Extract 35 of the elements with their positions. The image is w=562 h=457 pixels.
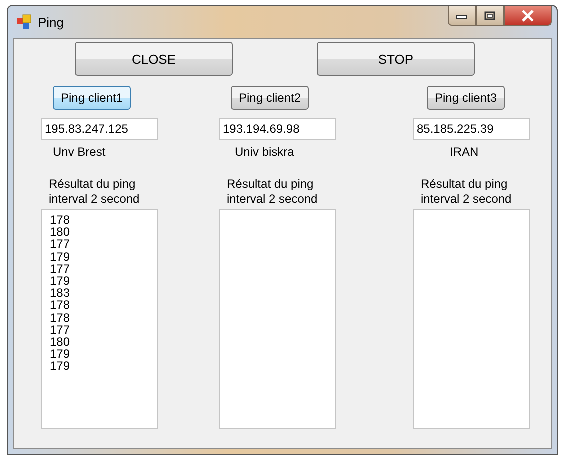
app-icon [16, 14, 32, 30]
client-name: IRAN [450, 145, 479, 159]
close-button[interactable] [504, 6, 552, 26]
list-item[interactable]: 179 [50, 360, 157, 373]
list-item[interactable]: 178 [50, 214, 157, 226]
ping-button[interactable]: Ping client1 [53, 86, 132, 110]
list-item[interactable]: 180 [50, 336, 157, 348]
list-item[interactable]: 178 [50, 312, 157, 324]
list-item[interactable]: 177 [50, 238, 157, 251]
result-label: Résultat du ping interval 2 second [421, 177, 513, 207]
maximize-icon [484, 10, 496, 20]
close-button[interactable]: CLOSE [75, 42, 233, 76]
address-field[interactable]: 85.185.225.39 [413, 118, 530, 140]
minimize-button[interactable] [448, 6, 476, 26]
list-item[interactable]: 183 [50, 287, 157, 300]
list-item[interactable]: 177 [50, 262, 157, 276]
address-field[interactable]: 193.194.69.98 [219, 118, 336, 140]
maximize-button[interactable] [476, 6, 504, 26]
window-title: Ping [38, 14, 64, 30]
result-label: Résultat du ping interval 2 second [227, 177, 319, 207]
list-item[interactable]: 178 [50, 299, 157, 312]
list-item[interactable]: 177 [50, 324, 157, 336]
stop-button[interactable]: STOP [317, 42, 475, 76]
client-name: Univ biskra [235, 145, 294, 159]
list-item[interactable]: 179 [50, 275, 157, 288]
ping-button[interactable]: Ping client3 [427, 86, 506, 110]
result-label: Résultat du ping interval 2 second [49, 177, 141, 207]
client-name: Unv Brest [53, 145, 106, 159]
address-field[interactable]: 195.83.247.125 [41, 118, 158, 140]
list-item[interactable]: 179 [50, 250, 157, 263]
result-list[interactable]: 178 180 177 179 177 179 183 178 178 177 180 179 179 [41, 209, 158, 429]
list-item[interactable]: 180 [50, 226, 157, 238]
list-item[interactable]: 179 [50, 348, 157, 360]
close-icon [521, 10, 535, 22]
ping-button[interactable]: Ping client2 [231, 86, 310, 110]
